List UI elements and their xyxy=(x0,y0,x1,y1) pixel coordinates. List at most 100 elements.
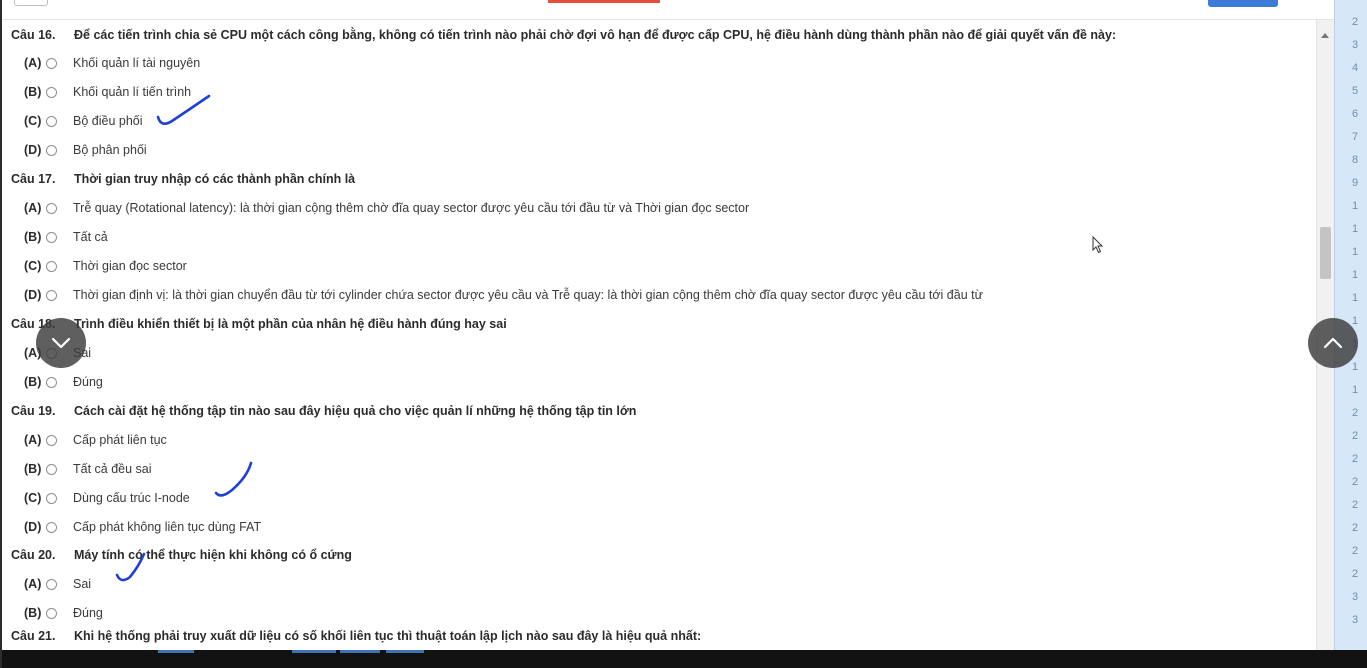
line-number: 5 xyxy=(1352,85,1359,97)
option-letter: (C) xyxy=(24,259,42,273)
option-text: Trễ quay (Rotational latency): là thời g… xyxy=(73,201,750,215)
scrollbar-thumb[interactable] xyxy=(1320,227,1331,279)
line-number: 1 xyxy=(1352,200,1359,212)
line-number: 4 xyxy=(1352,62,1359,74)
line-number: 1 xyxy=(1352,384,1359,396)
line-number: 2 xyxy=(1352,407,1359,419)
scroll-up-arrow-icon[interactable] xyxy=(1321,33,1329,38)
option-letter: (B) xyxy=(24,375,42,389)
next-page-button[interactable] xyxy=(1308,318,1358,368)
option-text: Khối quản lí tài nguyên xyxy=(73,56,201,70)
option-text: Đúng xyxy=(73,375,103,389)
option-text: Cấp phát liên tục xyxy=(73,433,167,447)
radio-button[interactable] xyxy=(46,607,57,619)
toolbar-accent xyxy=(548,0,660,3)
option-text: Sai xyxy=(73,577,92,591)
answer-option[interactable]: (B) Đúng xyxy=(24,375,103,389)
line-number: 3 xyxy=(1352,614,1359,626)
option-letter: (B) xyxy=(24,606,42,620)
line-number: 9 xyxy=(1352,177,1359,189)
option-letter: (B) xyxy=(24,230,42,244)
previous-page-button[interactable] xyxy=(36,318,86,368)
question-title: Câu 20. Máy tính có thể thực hiện khi khô… xyxy=(11,548,352,562)
line-number: 1 xyxy=(1352,246,1359,258)
chevron-down-icon xyxy=(51,337,71,349)
line-number: 1 xyxy=(1352,315,1359,327)
radio-button[interactable] xyxy=(46,144,57,156)
answer-option[interactable]: (A) Cấp phát liên tục xyxy=(24,433,167,447)
radio-button[interactable] xyxy=(46,376,57,388)
radio-button[interactable] xyxy=(46,492,57,504)
line-number: 3 xyxy=(1352,39,1359,51)
option-text: Bộ phân phối xyxy=(73,143,147,157)
option-letter: (A) xyxy=(24,56,42,70)
question-title: Câu 18. Trình điều khiển thiết bị là một … xyxy=(11,317,507,331)
option-text: Đúng xyxy=(73,606,103,620)
option-letter: (C) xyxy=(24,491,42,505)
line-number: 8 xyxy=(1352,154,1359,166)
line-number: 1 xyxy=(1352,292,1359,304)
question-number: Câu 17. xyxy=(11,172,56,186)
option-letter: (A) xyxy=(24,577,42,591)
option-letter: (A) xyxy=(24,433,42,447)
line-number: 2 xyxy=(1352,545,1359,557)
line-number: 2 xyxy=(1352,430,1359,442)
answer-option[interactable]: (B) Tất cả đều sai xyxy=(24,462,152,476)
line-number: 1 xyxy=(1352,223,1359,235)
radio-button[interactable] xyxy=(46,231,57,243)
radio-button[interactable] xyxy=(46,578,57,590)
option-text: Tất cả đều sai xyxy=(73,462,152,476)
line-number: 2 xyxy=(1352,16,1359,28)
radio-button[interactable] xyxy=(46,260,57,272)
option-text: Tất cả xyxy=(73,230,108,244)
answer-option[interactable]: (D) Bộ phân phối xyxy=(24,143,147,157)
question-title: Câu 16. Để các tiến trình chia sẻ CPU một… xyxy=(11,28,1116,42)
question-number: Câu 19. xyxy=(11,404,56,418)
screen: Câu 16. Để các tiến trình chia sẻ CPU một… xyxy=(0,0,1367,668)
answer-option[interactable]: (C) Thời gian đọc sector xyxy=(24,259,187,273)
radio-button[interactable] xyxy=(46,434,57,446)
answer-option[interactable]: (A) Trễ quay (Rotational latency): là thờ… xyxy=(24,201,749,215)
question-text: Máy tính có thể thực hiện khi không có ổ… xyxy=(74,548,352,562)
radio-button[interactable] xyxy=(46,57,57,69)
option-text: Bộ điều phối xyxy=(73,114,143,128)
line-number: 7 xyxy=(1352,131,1359,143)
toolbar-button[interactable] xyxy=(14,0,48,6)
line-number: 2 xyxy=(1352,476,1359,488)
mouse-cursor-icon xyxy=(1092,236,1104,254)
bottom-bar xyxy=(0,650,1367,668)
line-number: 2 xyxy=(1352,499,1359,511)
option-text: Thời gian định vị: là thời gian chuyển đ… xyxy=(73,288,983,302)
question-title: Câu 19. Cách cài đặt hệ thống tập tin nào… xyxy=(11,404,636,418)
answer-option[interactable]: (C) Dùng cấu trúc I-node xyxy=(24,491,190,505)
answer-option[interactable]: (B) Khối quản lí tiến trình xyxy=(24,85,191,99)
quiz-content: Câu 16. Để các tiến trình chia sẻ CPU một… xyxy=(0,20,1316,650)
question-text: Cách cài đặt hệ thống tập tin nào sau đâ… xyxy=(74,404,637,418)
line-number: 6 xyxy=(1352,108,1359,120)
question-title: Câu 21. Khi hệ thống phải truy xuất dữ li… xyxy=(11,629,701,643)
window-edge xyxy=(0,0,2,668)
radio-button[interactable] xyxy=(46,202,57,214)
question-text: Khi hệ thống phải truy xuất dữ liệu có s… xyxy=(74,629,702,643)
radio-button[interactable] xyxy=(46,289,57,301)
radio-button[interactable] xyxy=(46,463,57,475)
option-letter: (D) xyxy=(24,520,42,534)
radio-button[interactable] xyxy=(46,115,57,127)
option-text: Dùng cấu trúc I-node xyxy=(73,491,190,505)
question-number: Câu 21. xyxy=(11,629,56,643)
answer-option[interactable]: (A) Sai xyxy=(24,577,91,591)
answer-option[interactable]: (A) Khối quản lí tài nguyên xyxy=(24,56,200,70)
answer-option[interactable]: (C) Bộ điều phối xyxy=(24,114,143,128)
toolbar-action-button[interactable] xyxy=(1208,0,1278,7)
option-text: Cấp phát không liên tục dùng FAT xyxy=(73,520,262,534)
answer-option[interactable]: (B) Tất cả xyxy=(24,230,108,244)
radio-button[interactable] xyxy=(46,86,57,98)
question-text: Trình điều khiển thiết bị là một phần củ… xyxy=(74,317,507,331)
answer-option[interactable]: (D) Thời gian định vị: là thời gian chuyể… xyxy=(24,288,983,302)
question-title: Câu 17. Thời gian truy nhập có các thành … xyxy=(11,172,355,186)
option-text: Khối quản lí tiến trình xyxy=(73,85,192,99)
answer-option[interactable]: (B) Đúng xyxy=(24,606,103,620)
radio-button[interactable] xyxy=(46,521,57,533)
answer-option[interactable]: (D) Cấp phát không liên tục dùng FAT xyxy=(24,520,261,534)
line-number: 2 xyxy=(1352,453,1359,465)
